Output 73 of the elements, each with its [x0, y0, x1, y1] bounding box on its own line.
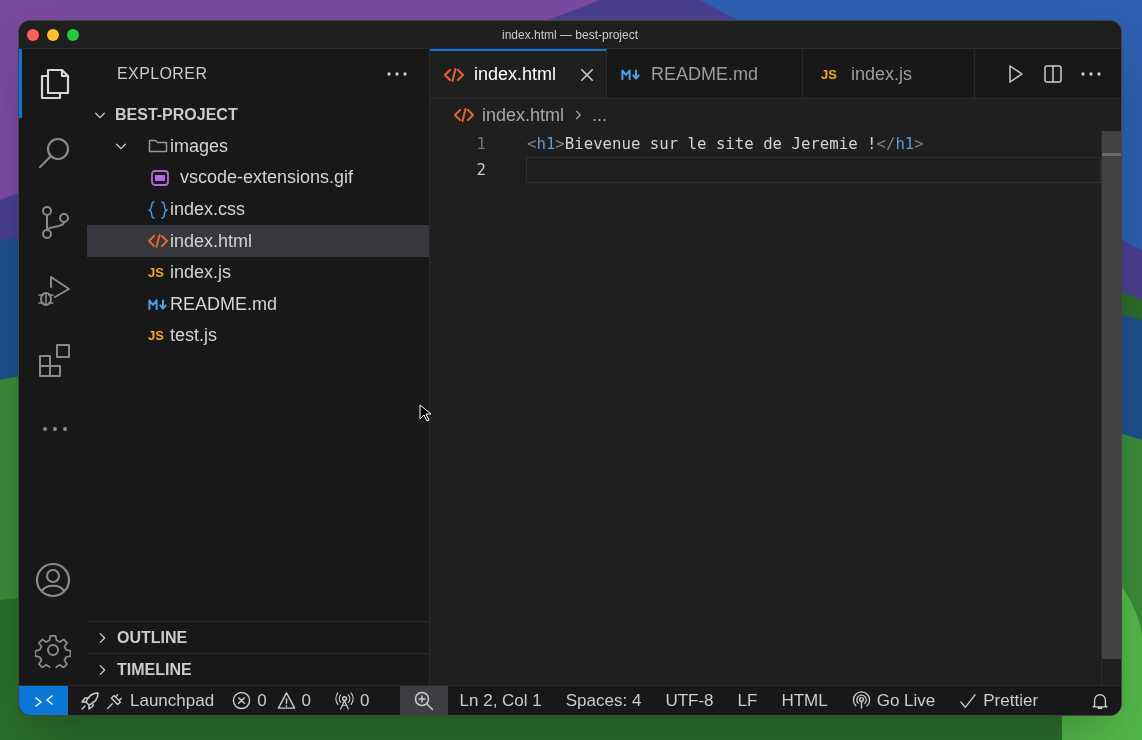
file-tree-item[interactable]: JS test.js [87, 320, 429, 352]
js-file-icon: JS [148, 266, 168, 280]
line-number: 2 [475, 159, 486, 182]
section-title: TIMELINE [117, 659, 192, 680]
check-icon [959, 691, 978, 710]
zoom-window-button[interactable] [67, 29, 79, 41]
markdown-icon [148, 298, 168, 310]
status-item[interactable]: LF [725, 686, 770, 715]
minimize-window-button[interactable] [47, 29, 59, 41]
account-icon[interactable] [35, 562, 71, 598]
editor-tab[interactable]: JS index.js [803, 49, 975, 98]
error-icon [232, 691, 252, 710]
split-editor-icon[interactable] [1043, 63, 1063, 84]
code-line: <h1>Bievenue sur le site de Jeremie !</h1> [526, 133, 925, 156]
status-item[interactable]: UTF-8 [653, 686, 726, 715]
project-name: BEST-PROJECT [115, 104, 238, 125]
settings-icon[interactable] [35, 632, 71, 668]
close-window-button[interactable] [27, 29, 39, 41]
status-item[interactable]: Ln 2, Col 1 [447, 686, 554, 715]
ports-button[interactable]: 0 [317, 686, 388, 715]
more-actions-icon[interactable] [1081, 71, 1101, 76]
file-name: vscode-extensions.gif [180, 166, 354, 190]
launchpad-button[interactable]: Launchpad [68, 686, 227, 715]
extensions-icon[interactable] [36, 341, 73, 378]
warning-icon [276, 691, 296, 710]
code-brackets-icon [148, 233, 168, 250]
editor-tab[interactable]: README.md [607, 49, 803, 98]
rocket-icon [80, 690, 100, 711]
markdown-icon [621, 69, 641, 80]
folder-icon [148, 138, 168, 155]
broadcast-icon [851, 691, 871, 710]
line-number: 1 [475, 133, 486, 156]
status-item[interactable]: HTML [769, 686, 840, 715]
file-tree-item[interactable]: vscode-extensions.gif [87, 162, 429, 194]
more-actions-icon[interactable] [387, 72, 407, 76]
zoom-in-icon [413, 690, 434, 711]
file-name: images [170, 134, 229, 158]
file-name: test.js [170, 324, 217, 348]
remote-button[interactable] [19, 686, 68, 715]
file-tree-item[interactable]: index.css [87, 193, 429, 226]
code-brackets-icon [444, 66, 464, 83]
bell-icon [1091, 691, 1109, 710]
file-tree-item[interactable]: README.md [87, 288, 429, 321]
image-file-icon [151, 169, 169, 187]
breadcrumb-item[interactable]: index.html [482, 101, 565, 129]
window-title: index.html — best-project [501, 26, 639, 44]
mouse-pointer-icon [419, 404, 431, 422]
curly-braces-icon [148, 200, 168, 219]
status-item[interactable]: Spaces: 4 [553, 686, 654, 715]
file-name: index.html [170, 229, 253, 253]
file-tree-item[interactable]: JS index.js [87, 256, 429, 289]
file-name: index.js [170, 261, 232, 285]
remote-icon [33, 692, 54, 709]
go-live-button[interactable]: Go Live [839, 686, 948, 715]
plug-icon [106, 691, 124, 710]
file-tree-item[interactable]: index.html [87, 225, 429, 257]
file-name: index.css [170, 198, 246, 222]
editor-tab[interactable]: index.html [430, 49, 607, 98]
close-icon[interactable] [580, 67, 594, 82]
file-tree-item[interactable]: images [87, 130, 429, 163]
project-header[interactable]: BEST-PROJECT [87, 99, 429, 131]
zoom-button[interactable] [399, 686, 448, 715]
code-brackets-icon [454, 107, 474, 123]
section-title: OUTLINE [117, 627, 188, 648]
js-file-icon: JS [821, 68, 841, 81]
js-file-icon: JS [148, 329, 168, 343]
breadcrumb-item[interactable]: ... [592, 101, 608, 129]
antenna-icon [335, 691, 355, 710]
prettier-button[interactable]: Prettier [947, 686, 1051, 715]
sidebar-title: EXPLORER [117, 64, 208, 84]
problems-button[interactable]: 0 0 [226, 686, 318, 715]
panel-section-header[interactable]: OUTLINE [87, 621, 429, 653]
file-name: README.md [170, 292, 277, 316]
